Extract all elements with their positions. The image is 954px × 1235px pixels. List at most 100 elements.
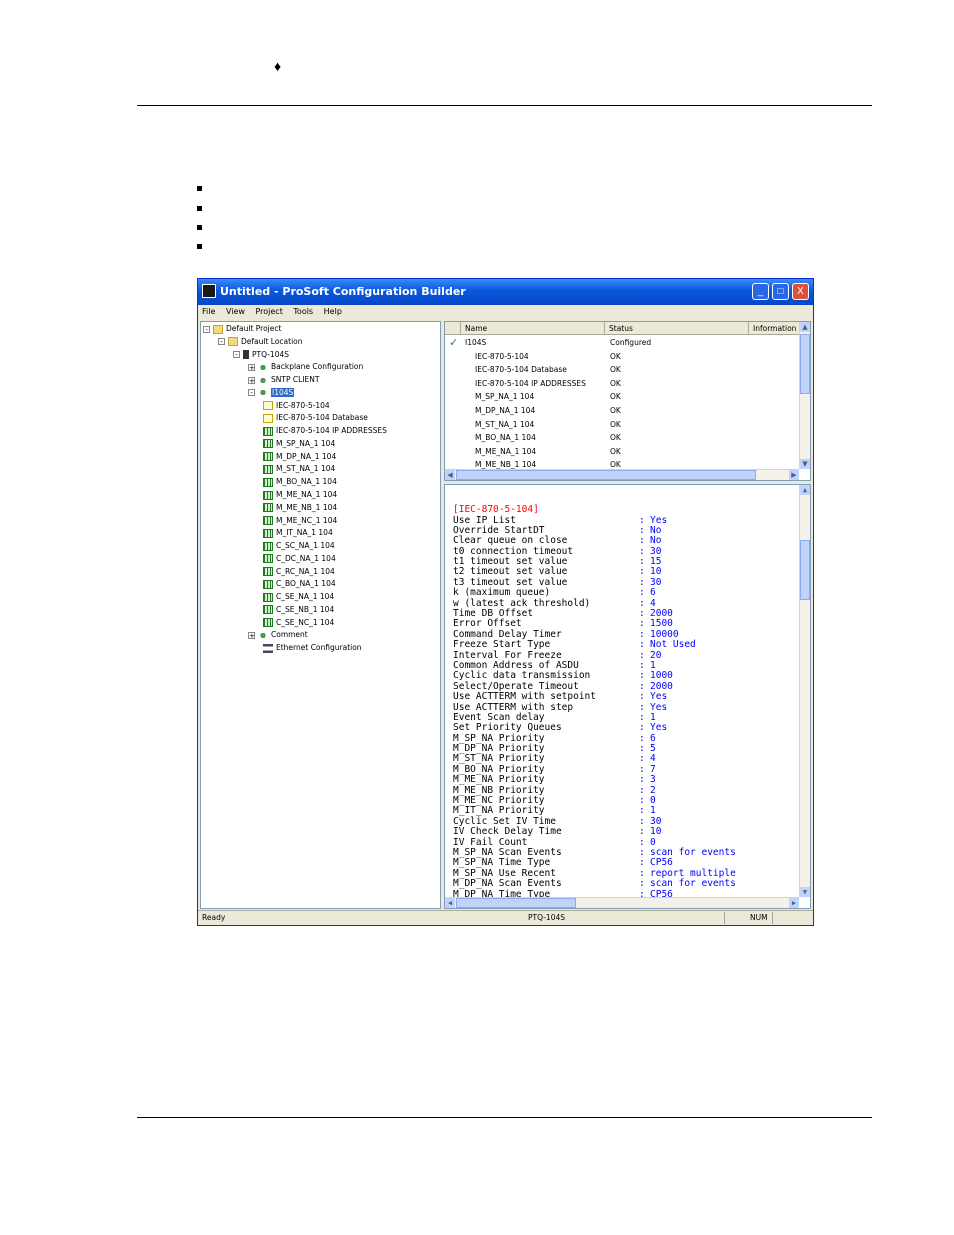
menu-view[interactable]: View	[222, 305, 249, 318]
detail-horizontal-scrollbar[interactable]: ◀ ▶	[445, 897, 799, 908]
list-row-name[interactable]: M_DP_NA_1 104	[475, 404, 535, 417]
tree-item-label: M_ME_NA_1 104	[276, 490, 338, 499]
document-icon	[263, 401, 273, 411]
list-header-icon-col[interactable]	[445, 322, 461, 335]
tree-item-label: IEC-870-5-104 IP ADDRESSES	[276, 426, 387, 436]
list-vertical-scrollbar[interactable]: ▲ ▼	[799, 322, 810, 469]
tree-item[interactable]: M_DP_NA_1 104	[263, 451, 336, 463]
list-header-information[interactable]: Information	[749, 322, 801, 335]
list-row-name[interactable]: I104S	[465, 336, 486, 349]
detail-key: M_ME_NC Priority	[453, 795, 545, 807]
list-row-name[interactable]: M_ME_NA_1 104	[475, 445, 536, 458]
list-row-name[interactable]: M_SP_NA_1 104	[475, 390, 534, 403]
close-button[interactable]: X	[792, 283, 809, 300]
detail-key: Use ACTTERM with step	[453, 701, 574, 713]
collapse-icon[interactable]: -	[218, 338, 225, 346]
list-vscroll-thumb[interactable]	[800, 334, 810, 394]
expand-icon[interactable]: +	[248, 363, 255, 371]
tree-item[interactable]: IEC-870-5-104 IP ADDRESSES	[263, 425, 387, 437]
tree-item[interactable]: Ethernet Configuration	[263, 642, 362, 654]
tree-item[interactable]: + Backplane Configuration	[248, 361, 363, 373]
status-divider	[724, 912, 725, 924]
list-row-name[interactable]: IEC-870-5-104 Database	[475, 363, 567, 376]
tree-item[interactable]: IEC-870-5-104	[263, 400, 330, 412]
detail-vscroll-thumb[interactable]	[800, 540, 810, 600]
scroll-down-icon[interactable]: ▼	[800, 887, 810, 897]
tree-item[interactable]: C_SE_NA_1 104	[263, 591, 334, 603]
detail-key: Select/Operate Timeout	[453, 680, 579, 692]
detail-key: IV Check Delay Time	[453, 826, 562, 838]
expand-icon[interactable]: +	[248, 631, 255, 639]
list-hscroll-thumb[interactable]	[456, 470, 756, 480]
list-header-status[interactable]: Status	[605, 322, 749, 335]
tree-item[interactable]: M_ME_NC_1 104	[263, 515, 337, 527]
scroll-up-icon[interactable]: ▲	[800, 485, 810, 495]
grid-icon	[263, 464, 273, 474]
list-row-name[interactable]: M_BO_NA_1 104	[475, 431, 536, 444]
app-logo-icon	[202, 284, 216, 298]
tree-item[interactable]: - PTQ-104S	[233, 349, 289, 361]
minimize-button[interactable]: _	[752, 283, 769, 300]
detail-key: Use ACTTERM with setpoint	[453, 691, 596, 703]
tree-item[interactable]: M_ME_NA_1 104	[263, 489, 337, 501]
tree-item[interactable]: C_SE_NB_1 104	[263, 604, 334, 616]
list-header-name[interactable]: Name	[461, 322, 605, 335]
status-num: NUM	[750, 913, 768, 922]
list-row-status: OK	[610, 433, 621, 443]
detail-key: M_ST_NA Priority	[453, 753, 545, 765]
detail-vertical-scrollbar[interactable]: ▲ ▼	[799, 485, 810, 897]
scroll-up-icon[interactable]: ▲	[800, 322, 810, 332]
status-list: Name Status Information ✓ I104S Configured…	[444, 321, 811, 481]
detail-key: M_ME_NB Priority	[453, 784, 545, 796]
collapse-icon[interactable]: -	[203, 325, 210, 333]
tree-item[interactable]: M_IT_NA_1 104	[263, 527, 333, 539]
tree-item[interactable]: IEC-870-5-104 Database	[263, 412, 368, 424]
tree-item[interactable]: C_SE_NC_1 104	[263, 617, 334, 629]
status-divider	[772, 912, 773, 924]
tree-item[interactable]: M_BO_NA_1 104	[263, 476, 337, 488]
tree-item[interactable]: - Default Location	[218, 336, 303, 348]
list-row-name[interactable]: IEC-870-5-104	[475, 350, 529, 363]
tree-item[interactable]: C_SC_NA_1 104	[263, 540, 335, 552]
scroll-down-icon[interactable]: ▼	[800, 459, 810, 469]
detail-key: Error Offset	[453, 618, 522, 630]
grid-icon	[263, 579, 273, 589]
detail-key: M_SP_NA Time Type	[453, 857, 551, 869]
bullet-2	[197, 206, 202, 211]
tree-item[interactable]: + SNTP CLIENT	[248, 374, 319, 386]
tree-item[interactable]: C_BO_NA_1 104	[263, 578, 336, 590]
scroll-right-icon[interactable]: ▶	[789, 898, 799, 908]
tree-item-label: Ethernet Configuration	[276, 643, 362, 653]
collapse-icon[interactable]: -	[233, 351, 240, 359]
tree-item[interactable]: M_SP_NA_1 104	[263, 438, 335, 450]
detail-hscroll-thumb[interactable]	[456, 898, 576, 908]
menu-file[interactable]: File	[198, 305, 219, 318]
tree-item[interactable]: M_ST_NA_1 104	[263, 463, 335, 475]
tree-item[interactable]: - I104S	[248, 387, 295, 399]
tree-item-label: M_SP_NA_1 104	[276, 438, 336, 448]
list-row-name[interactable]: IEC-870-5-104 IP ADDRESSES	[475, 377, 586, 390]
list-row-status: OK	[610, 378, 621, 388]
tree-item[interactable]: M_ME_NB_1 104	[263, 502, 337, 514]
collapse-icon[interactable]: -	[248, 389, 255, 397]
tree-item[interactable]: + Comment	[248, 629, 308, 641]
tree-item[interactable]: - Default Project	[203, 323, 281, 335]
tree-item-label: I104S	[271, 387, 295, 397]
menu-project[interactable]: Project	[251, 305, 286, 318]
status-ready: Ready	[202, 913, 226, 922]
checkmark-icon: ✓	[449, 336, 459, 349]
maximize-button[interactable]: □	[772, 283, 789, 300]
detail-key: Freeze Start Type	[453, 639, 551, 651]
list-row-name[interactable]: M_ST_NA_1 104	[475, 418, 534, 431]
tree-item[interactable]: C_RC_NA_1 104	[263, 566, 335, 578]
detail-key: Interval For Freeze	[453, 649, 562, 661]
scroll-right-icon[interactable]: ▶	[789, 470, 799, 480]
list-horizontal-scrollbar[interactable]: ◀ ▶	[445, 469, 799, 480]
scroll-left-icon[interactable]: ◀	[445, 470, 455, 480]
menu-tools[interactable]: Tools	[289, 305, 317, 318]
menu-help[interactable]: Help	[320, 305, 346, 318]
title-bar[interactable]: Untitled - ProSoft Configuration Builder…	[198, 279, 813, 305]
tree-item[interactable]: C_DC_NA_1 104	[263, 553, 336, 565]
scroll-left-icon[interactable]: ◀	[445, 898, 455, 908]
expand-icon[interactable]: +	[248, 376, 255, 384]
